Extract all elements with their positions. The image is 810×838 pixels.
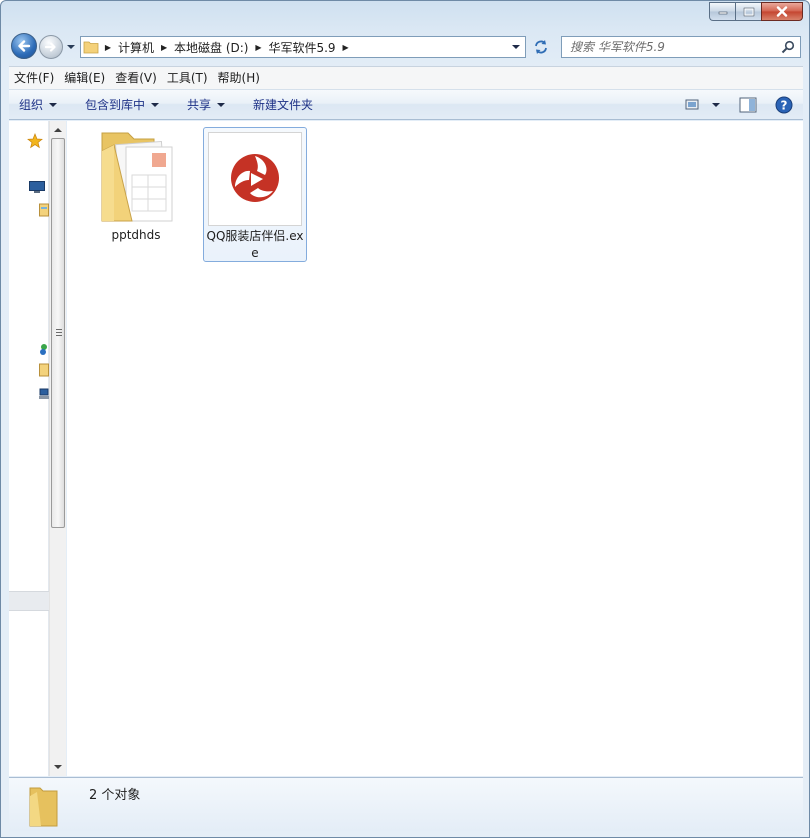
back-button[interactable] — [11, 33, 37, 59]
scroll-up-arrow-icon[interactable] — [54, 128, 62, 132]
view-options-dropdown[interactable] — [711, 93, 721, 117]
forward-button[interactable] — [39, 35, 63, 59]
recent-pages-dropdown[interactable] — [65, 40, 77, 54]
libraries-icon[interactable] — [39, 203, 49, 220]
homegroup-icon[interactable] — [39, 343, 49, 360]
chevron-down-icon — [217, 102, 226, 107]
close-button[interactable] — [761, 2, 803, 21]
menu-tools[interactable]: 工具(T) — [162, 68, 213, 89]
computer-icon[interactable] — [39, 363, 49, 380]
preview-pane-button[interactable] — [739, 93, 757, 117]
desktop-icon[interactable] — [29, 181, 45, 196]
breadcrumb-computer[interactable]: 计算机 — [115, 39, 157, 56]
details-pane: 2 个对象 — [9, 777, 803, 831]
navigation-pane-band — [9, 591, 49, 611]
refresh-icon — [535, 40, 547, 54]
organize-button[interactable]: 组织 — [9, 90, 67, 119]
favorites-star-icon[interactable] — [27, 133, 43, 152]
menu-bar: 文件(F) 编辑(E) 查看(V) 工具(T) 帮助(H) — [9, 66, 803, 89]
breadcrumb-current-folder[interactable]: 华军软件5.9 — [265, 39, 338, 56]
preview-pane-icon — [739, 97, 757, 113]
file-thumbnail — [208, 132, 302, 226]
share-label: 共享 — [187, 98, 212, 112]
address-history-dropdown[interactable] — [507, 37, 525, 57]
folder-icon — [88, 125, 184, 227]
file-item-exe[interactable]: QQ服装店伴侣.exe — [203, 127, 307, 262]
view-icon — [685, 99, 699, 110]
breadcrumb-local-disk[interactable]: 本地磁盘 (D:) — [171, 39, 251, 56]
new-folder-label: 新建文件夹 — [253, 98, 314, 112]
minimize-button[interactable] — [709, 2, 735, 21]
menu-help[interactable]: 帮助(H) — [213, 68, 265, 89]
chevron-right-icon[interactable]: ▶ — [251, 43, 265, 52]
explorer-window: ▶ 计算机 ▶ 本地磁盘 (D:) ▶ 华军软件5.9 ▶ 文件(F) 编辑(E… — [0, 0, 810, 838]
maximize-button[interactable] — [735, 2, 761, 21]
file-name: QQ服装店伴侣.exe — [206, 229, 304, 260]
navigation-pane-scrollbar[interactable] — [49, 121, 66, 776]
refresh-button[interactable] — [528, 36, 554, 58]
folder-icon — [81, 37, 101, 57]
search-icon[interactable] — [781, 40, 795, 57]
include-in-library-button[interactable]: 包含到库中 — [75, 90, 169, 119]
file-list[interactable]: pptdhds QQ服装店伴侣.exe — [67, 121, 803, 776]
navigation-pane — [9, 121, 49, 776]
organize-label: 组织 — [19, 98, 44, 112]
scrollbar-thumb[interactable] — [51, 138, 65, 528]
address-bar[interactable]: ▶ 计算机 ▶ 本地磁盘 (D:) ▶ 华军软件5.9 ▶ — [80, 36, 526, 58]
svg-text:?: ? — [781, 99, 788, 113]
help-icon: ? — [775, 96, 793, 114]
include-in-library-label: 包含到库中 — [85, 98, 146, 112]
caption-buttons — [709, 2, 803, 21]
item-count: 2 个对象 — [89, 788, 141, 803]
command-bar-right: ? — [685, 93, 793, 117]
network-icon[interactable] — [39, 387, 49, 404]
menu-view[interactable]: 查看(V) — [110, 68, 162, 89]
file-name: pptdhds — [111, 228, 161, 242]
app-logo-icon — [229, 153, 281, 206]
menu-edit[interactable]: 编辑(E) — [59, 68, 110, 89]
grip-icon — [56, 329, 62, 336]
navigation-bar: ▶ 计算机 ▶ 本地磁盘 (D:) ▶ 华军软件5.9 ▶ — [1, 31, 809, 63]
new-folder-button[interactable]: 新建文件夹 — [243, 90, 323, 119]
chevron-down-icon — [49, 102, 58, 107]
chevron-right-icon[interactable]: ▶ — [101, 43, 115, 52]
change-view-button[interactable] — [685, 93, 701, 117]
chevron-right-icon[interactable]: ▶ — [157, 43, 171, 52]
file-item-folder[interactable]: pptdhds — [84, 125, 188, 244]
chevron-down-icon — [151, 102, 160, 107]
help-button[interactable]: ? — [775, 93, 793, 117]
search-input[interactable] — [570, 40, 770, 54]
share-button[interactable]: 共享 — [177, 90, 235, 119]
menu-file[interactable]: 文件(F) — [9, 68, 59, 89]
folder-icon — [27, 784, 63, 831]
chevron-right-icon[interactable]: ▶ — [339, 43, 353, 52]
scroll-down-arrow-icon[interactable] — [54, 765, 62, 769]
command-bar: 组织 包含到库中 共享 新建文件夹 ? — [9, 89, 803, 120]
search-box[interactable] — [561, 36, 801, 58]
